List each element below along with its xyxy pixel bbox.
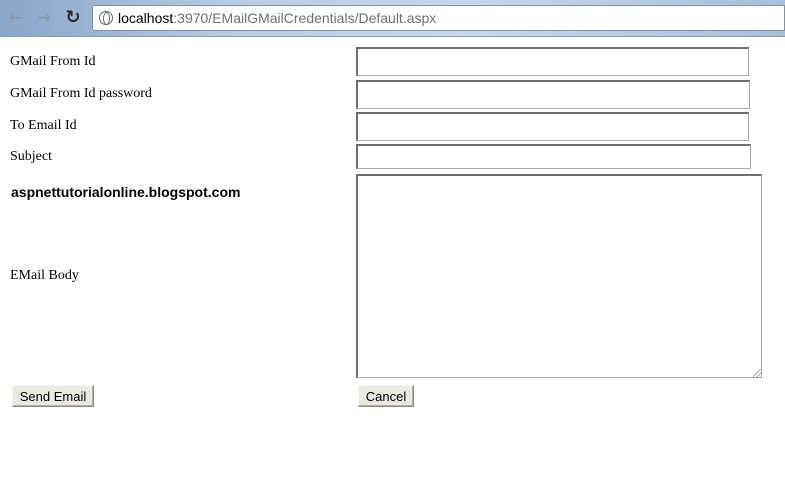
subject-input[interactable] bbox=[356, 144, 751, 169]
reload-icon[interactable]: ↻ bbox=[63, 8, 83, 28]
url-host: localhost bbox=[118, 10, 174, 26]
password-input[interactable] bbox=[356, 80, 750, 109]
address-bar[interactable]: localhost:3970/EMailGMailCredentials/Def… bbox=[92, 5, 785, 31]
back-arrow-icon[interactable]: ← bbox=[6, 8, 26, 28]
resize-grip-icon[interactable] bbox=[753, 369, 761, 377]
to-email-input[interactable] bbox=[356, 112, 749, 141]
browser-toolbar: ← → ↻ localhost:3970/EMailGMailCredentia… bbox=[0, 0, 785, 37]
from-id-label: GMail From Id bbox=[10, 54, 96, 69]
forward-arrow-icon[interactable]: → bbox=[34, 8, 54, 28]
email-body-textarea[interactable] bbox=[356, 174, 762, 378]
blog-brand-text: aspnettutorialonline.blogspot.com bbox=[11, 184, 241, 200]
page-globe-icon bbox=[99, 11, 113, 25]
from-id-input[interactable] bbox=[356, 47, 749, 76]
email-body-label: EMail Body bbox=[10, 268, 79, 283]
cancel-button[interactable]: Cancel bbox=[358, 385, 414, 407]
send-email-button[interactable]: Send Email bbox=[12, 385, 94, 407]
password-label: GMail From Id password bbox=[10, 86, 152, 101]
url-text: localhost:3970/EMailGMailCredentials/Def… bbox=[118, 10, 436, 26]
to-email-label: To Email Id bbox=[10, 118, 77, 133]
url-path: :3970/EMailGMailCredentials/Default.aspx bbox=[173, 10, 437, 26]
subject-label: Subject bbox=[10, 149, 52, 164]
